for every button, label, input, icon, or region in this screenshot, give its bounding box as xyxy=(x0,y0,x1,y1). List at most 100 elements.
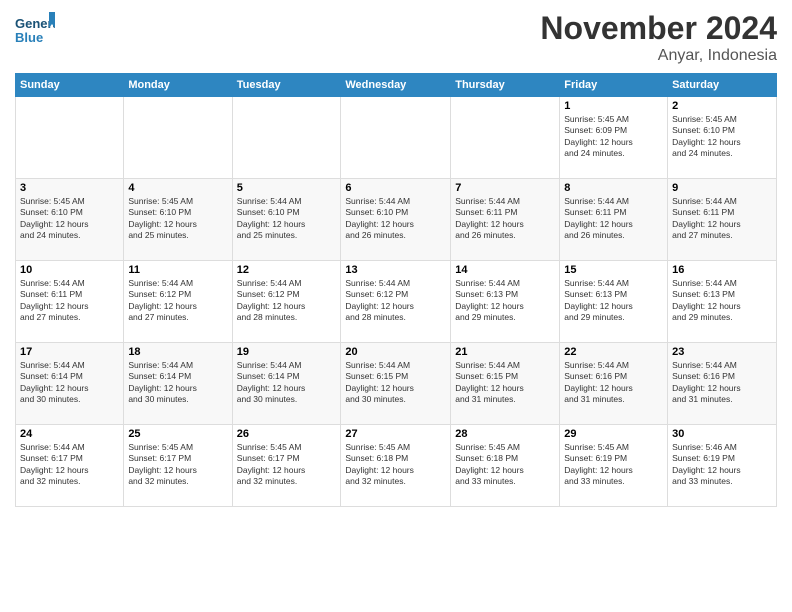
calendar-cell: 7Sunrise: 5:44 AM Sunset: 6:11 PM Daylig… xyxy=(451,179,560,261)
subtitle: Anyar, Indonesia xyxy=(540,47,777,65)
day-number: 23 xyxy=(672,346,772,358)
day-info: Sunrise: 5:44 AM Sunset: 6:11 PM Dayligh… xyxy=(564,196,663,242)
day-number: 18 xyxy=(128,346,227,358)
day-number: 6 xyxy=(345,182,446,194)
calendar-cell: 21 Sunrise: 5:44 AM Sunset: 6:15 PM Dayli… xyxy=(451,343,560,425)
day-info: Sunrise: 5:45 AM Sunset: 6:17 PM Dayligh… xyxy=(128,442,227,488)
day-number: 11 xyxy=(128,264,227,276)
calendar-cell: 5 Sunrise: 5:44 AM Sunset: 6:10 PM Daylig… xyxy=(232,179,341,261)
day-info: Sunrise: 5:45 AM Sunset: 6:17 PM Dayligh… xyxy=(237,442,337,488)
calendar-table: Sunday Monday Tuesday Wednesday Thursday… xyxy=(15,73,777,507)
day-info: Sunrise: 5:44 AM Sunset: 6:11 PM Dayligh… xyxy=(672,196,772,242)
calendar-cell: 16 Sunrise: 5:44 AM Sunset: 6:13 PM Dayli… xyxy=(668,261,777,343)
day-number: 4 xyxy=(128,182,227,194)
calendar-cell: 13 Sunrise: 5:44 AM Sunset: 6:12 PM Dayli… xyxy=(341,261,451,343)
day-info: Sunrise: 5:45 AM Sunset: 6:19 PM Dayligh… xyxy=(564,442,663,488)
calendar-cell: 20 Sunrise: 5:44 AM Sunset: 6:15 PM Dayli… xyxy=(341,343,451,425)
day-info: Sunrise: 5:45 AM Sunset: 6:10 PM Dayligh… xyxy=(20,196,119,242)
calendar-cell xyxy=(16,97,124,179)
header-wednesday: Wednesday xyxy=(341,74,451,97)
logo: General Blue xyxy=(15,10,55,50)
day-info: Sunrise: 5:45 AM Sunset: 6:18 PM Dayligh… xyxy=(345,442,446,488)
day-number: 19 xyxy=(237,346,337,358)
day-number: 15 xyxy=(564,264,663,276)
calendar-week-5: 24 Sunrise: 5:44 AM Sunset: 6:17 PM Dayli… xyxy=(16,425,777,507)
calendar-cell: 6Sunrise: 5:44 AM Sunset: 6:10 PM Daylig… xyxy=(341,179,451,261)
day-number: 21 xyxy=(455,346,555,358)
day-number: 8 xyxy=(564,182,663,194)
calendar-cell: 17Sunrise: 5:44 AM Sunset: 6:14 PM Dayli… xyxy=(16,343,124,425)
day-info: Sunrise: 5:44 AM Sunset: 6:13 PM Dayligh… xyxy=(564,278,663,324)
day-info: Sunrise: 5:45 AM Sunset: 6:10 PM Dayligh… xyxy=(128,196,227,242)
day-number: 5 xyxy=(237,182,337,194)
calendar-week-4: 17 Sunrise: 5:44 AM Sunset: 6:14 PM Dayli… xyxy=(16,343,777,425)
calendar-cell: 27 Sunrise: 5:45 AM Sunset: 6:18 PM Dayli… xyxy=(341,425,451,507)
day-number: 30 xyxy=(672,428,772,440)
header-monday: Monday xyxy=(124,74,232,97)
calendar-cell: 12 Sunrise: 5:44 AM Sunset: 6:12 PM Dayli… xyxy=(232,261,341,343)
calendar-cell: 3 Sunrise: 5:45 AM Sunset: 6:10 PM Daylig… xyxy=(16,179,124,261)
day-info: Sunrise: 5:44 AM Sunset: 6:12 PM Dayligh… xyxy=(345,278,446,324)
calendar-header-row: Sunday Monday Tuesday Wednesday Thursday… xyxy=(16,74,777,97)
day-info: Sunrise: 5:44 AM Sunset: 6:13 PM Dayligh… xyxy=(455,278,555,324)
calendar-cell: 15 Sunrise: 5:44 AM Sunset: 6:13 PM Dayli… xyxy=(560,261,668,343)
day-number: 13 xyxy=(345,264,446,276)
day-number: 25 xyxy=(128,428,227,440)
header-friday: Friday xyxy=(560,74,668,97)
day-number: 27 xyxy=(345,428,446,440)
svg-text:Blue: Blue xyxy=(15,30,43,45)
day-number: 3 xyxy=(20,182,119,194)
day-info: Sunrise: 5:44 AM Sunset: 6:12 PM Dayligh… xyxy=(128,278,227,324)
main-title: November 2024 xyxy=(540,10,777,47)
day-number: 14 xyxy=(455,264,555,276)
calendar-cell: 30 Sunrise: 5:46 AM Sunset: 6:19 PM Dayli… xyxy=(668,425,777,507)
calendar-cell xyxy=(232,97,341,179)
day-info: Sunrise: 5:44 AM Sunset: 6:13 PM Dayligh… xyxy=(672,278,772,324)
day-info: Sunrise: 5:44 AM Sunset: 6:17 PM Dayligh… xyxy=(20,442,119,488)
day-info: Sunrise: 5:44 AM Sunset: 6:11 PM Dayligh… xyxy=(455,196,555,242)
day-info: Sunrise: 5:44 AM Sunset: 6:11 PM Dayligh… xyxy=(20,278,119,324)
calendar-cell: 2 Sunrise: 5:45 AM Sunset: 6:10 PM Daylig… xyxy=(668,97,777,179)
calendar-cell: 25 Sunrise: 5:45 AM Sunset: 6:17 PM Dayli… xyxy=(124,425,232,507)
calendar-cell: 19 Sunrise: 5:44 AM Sunset: 6:14 PM Dayli… xyxy=(232,343,341,425)
calendar-cell: 24 Sunrise: 5:44 AM Sunset: 6:17 PM Dayli… xyxy=(16,425,124,507)
day-number: 17 xyxy=(20,346,119,358)
header-tuesday: Tuesday xyxy=(232,74,341,97)
calendar-cell: 11 Sunrise: 5:44 AM Sunset: 6:12 PM Dayli… xyxy=(124,261,232,343)
calendar-cell: 14 Sunrise: 5:44 AM Sunset: 6:13 PM Dayli… xyxy=(451,261,560,343)
logo-icon: General Blue xyxy=(15,10,55,50)
day-info: Sunrise: 5:45 AM Sunset: 6:10 PM Dayligh… xyxy=(672,114,772,160)
day-info: Sunrise: 5:44 AM Sunset: 6:14 PM Dayligh… xyxy=(128,360,227,406)
day-number: 1 xyxy=(564,100,663,112)
calendar-week-2: 3 Sunrise: 5:45 AM Sunset: 6:10 PM Daylig… xyxy=(16,179,777,261)
day-info: Sunrise: 5:45 AM Sunset: 6:18 PM Dayligh… xyxy=(455,442,555,488)
calendar-cell: 23Sunrise: 5:44 AM Sunset: 6:16 PM Dayli… xyxy=(668,343,777,425)
calendar-week-1: 1 Sunrise: 5:45 AM Sunset: 6:09 PM Daylig… xyxy=(16,97,777,179)
day-number: 29 xyxy=(564,428,663,440)
header-saturday: Saturday xyxy=(668,74,777,97)
day-info: Sunrise: 5:44 AM Sunset: 6:15 PM Dayligh… xyxy=(455,360,555,406)
calendar-cell xyxy=(124,97,232,179)
day-info: Sunrise: 5:45 AM Sunset: 6:09 PM Dayligh… xyxy=(564,114,663,160)
day-info: Sunrise: 5:44 AM Sunset: 6:10 PM Dayligh… xyxy=(237,196,337,242)
day-number: 28 xyxy=(455,428,555,440)
day-number: 16 xyxy=(672,264,772,276)
day-number: 20 xyxy=(345,346,446,358)
day-info: Sunrise: 5:44 AM Sunset: 6:15 PM Dayligh… xyxy=(345,360,446,406)
day-info: Sunrise: 5:46 AM Sunset: 6:19 PM Dayligh… xyxy=(672,442,772,488)
calendar-cell: 28 Sunrise: 5:45 AM Sunset: 6:18 PM Dayli… xyxy=(451,425,560,507)
day-info: Sunrise: 5:44 AM Sunset: 6:16 PM Dayligh… xyxy=(564,360,663,406)
day-number: 2 xyxy=(672,100,772,112)
day-info: Sunrise: 5:44 AM Sunset: 6:12 PM Dayligh… xyxy=(237,278,337,324)
calendar-cell: 4 Sunrise: 5:45 AM Sunset: 6:10 PM Daylig… xyxy=(124,179,232,261)
calendar-cell: 26Sunrise: 5:45 AM Sunset: 6:17 PM Dayli… xyxy=(232,425,341,507)
day-info: Sunrise: 5:44 AM Sunset: 6:14 PM Dayligh… xyxy=(237,360,337,406)
calendar-cell xyxy=(451,97,560,179)
day-number: 12 xyxy=(237,264,337,276)
calendar-cell: 18 Sunrise: 5:44 AM Sunset: 6:14 PM Dayli… xyxy=(124,343,232,425)
day-number: 10 xyxy=(20,264,119,276)
calendar-week-3: 10 Sunrise: 5:44 AM Sunset: 6:11 PM Dayli… xyxy=(16,261,777,343)
day-number: 24 xyxy=(20,428,119,440)
day-number: 22 xyxy=(564,346,663,358)
calendar-cell: 9Sunrise: 5:44 AM Sunset: 6:11 PM Daylig… xyxy=(668,179,777,261)
